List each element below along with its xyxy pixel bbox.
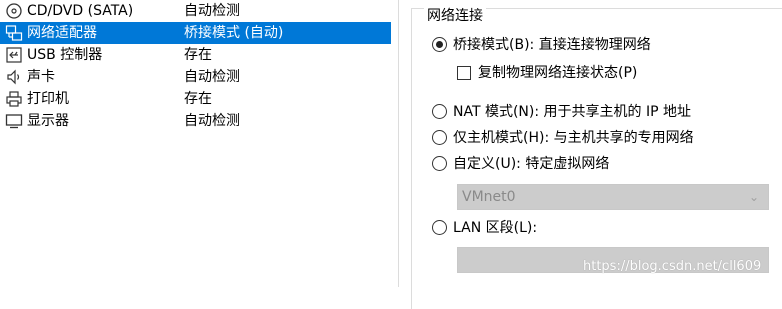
device-name: 网络适配器 xyxy=(27,25,97,41)
radio-label: LAN 区段(L): xyxy=(453,220,538,236)
radio-button-checked[interactable] xyxy=(432,37,447,52)
device-row-sound-card[interactable]: 声卡 自动检测 xyxy=(0,66,391,88)
device-name: 打印机 xyxy=(27,91,69,107)
radio-button[interactable] xyxy=(432,220,447,235)
device-status: 存在 xyxy=(184,47,212,63)
radio-button[interactable] xyxy=(432,104,447,119)
device-name: 声卡 xyxy=(27,69,55,85)
device-name: CD/DVD (SATA) xyxy=(27,3,134,19)
device-name: 显示器 xyxy=(27,113,69,129)
radio-label: 自定义(U): 特定虚拟网络 xyxy=(453,156,610,172)
monitor-icon xyxy=(5,112,23,130)
radio-label: NAT 模式(N): 用于共享主机的 IP 地址 xyxy=(453,104,691,120)
vmnet-select[interactable]: VMnet0 ⌄ xyxy=(457,184,769,210)
printer-icon xyxy=(5,90,23,108)
device-status: 自动检测 xyxy=(184,69,240,85)
device-row-network-adapter[interactable]: 网络适配器 桥接模式 (自动) xyxy=(0,22,391,44)
usb-icon xyxy=(5,46,23,64)
radio-label: 仅主机模式(H): 与主机共享的专用网络 xyxy=(453,130,694,146)
radio-button[interactable] xyxy=(432,156,447,171)
select-value: VMnet0 xyxy=(462,189,516,205)
cd-dvd-icon xyxy=(5,2,23,20)
checkbox-unchecked[interactable] xyxy=(457,66,471,80)
radio-button[interactable] xyxy=(432,130,447,145)
device-row-display[interactable]: 显示器 自动检测 xyxy=(0,110,391,132)
chevron-down-icon: ⌄ xyxy=(748,190,759,204)
device-status: 存在 xyxy=(184,91,212,107)
device-status: 自动检测 xyxy=(184,113,240,129)
watermark-text: https://blog.csdn.net/cll609 xyxy=(583,259,762,274)
hardware-device-list: CD/DVD (SATA) 自动检测 网络适配器 桥接模式 (自动) USB 控… xyxy=(0,0,398,287)
device-name: USB 控制器 xyxy=(27,47,103,63)
device-status: 自动检测 xyxy=(184,3,240,19)
group-title: 网络连接 xyxy=(424,6,486,26)
device-row-printer[interactable]: 打印机 存在 xyxy=(0,88,391,110)
checkbox-label: 复制物理网络连接状态(P) xyxy=(478,65,638,81)
device-row-usb-controller[interactable]: USB 控制器 存在 xyxy=(0,44,391,66)
device-status: 桥接模式 (自动) xyxy=(184,25,284,41)
network-adapter-icon xyxy=(5,24,23,42)
device-row-cd-dvd[interactable]: CD/DVD (SATA) 自动检测 xyxy=(0,0,391,22)
radio-label: 桥接模式(B): 直接连接物理网络 xyxy=(453,37,651,53)
speaker-icon xyxy=(5,68,23,86)
